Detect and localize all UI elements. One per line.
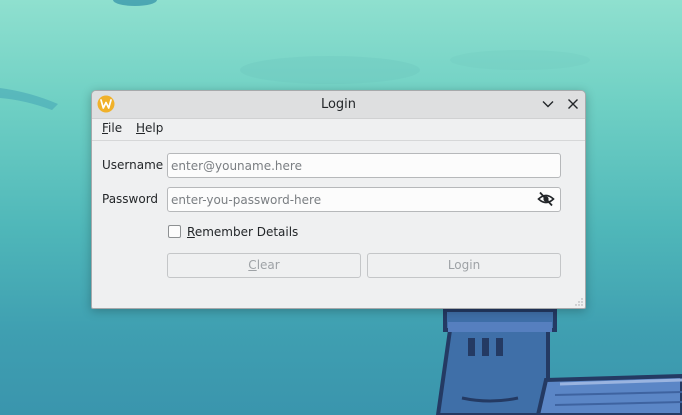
menu-help[interactable]: Help [136, 121, 163, 135]
username-label: Username [102, 158, 164, 172]
title-bar[interactable]: Login [92, 91, 585, 119]
login-button[interactable]: Login [367, 253, 561, 278]
eye-off-icon[interactable] [537, 191, 555, 207]
window-title: Login [320, 97, 357, 112]
menu-file[interactable]: File [102, 121, 122, 135]
username-input[interactable] [167, 153, 561, 178]
clear-button[interactable]: Clear [167, 253, 361, 278]
resize-grip-icon[interactable] [575, 298, 583, 306]
remember-details-checkbox[interactable] [168, 225, 181, 238]
desktop-wallpaper: Login File Help Username Password Rememb… [0, 0, 682, 415]
password-input[interactable] [167, 187, 561, 212]
close-icon[interactable] [565, 96, 581, 112]
login-window: Login File Help Username Password Rememb… [91, 90, 586, 309]
chevron-down-icon[interactable] [540, 96, 556, 112]
menu-bar: File Help [92, 119, 585, 141]
password-label: Password [102, 192, 159, 206]
remember-details-label[interactable]: Remember Details [187, 225, 298, 239]
